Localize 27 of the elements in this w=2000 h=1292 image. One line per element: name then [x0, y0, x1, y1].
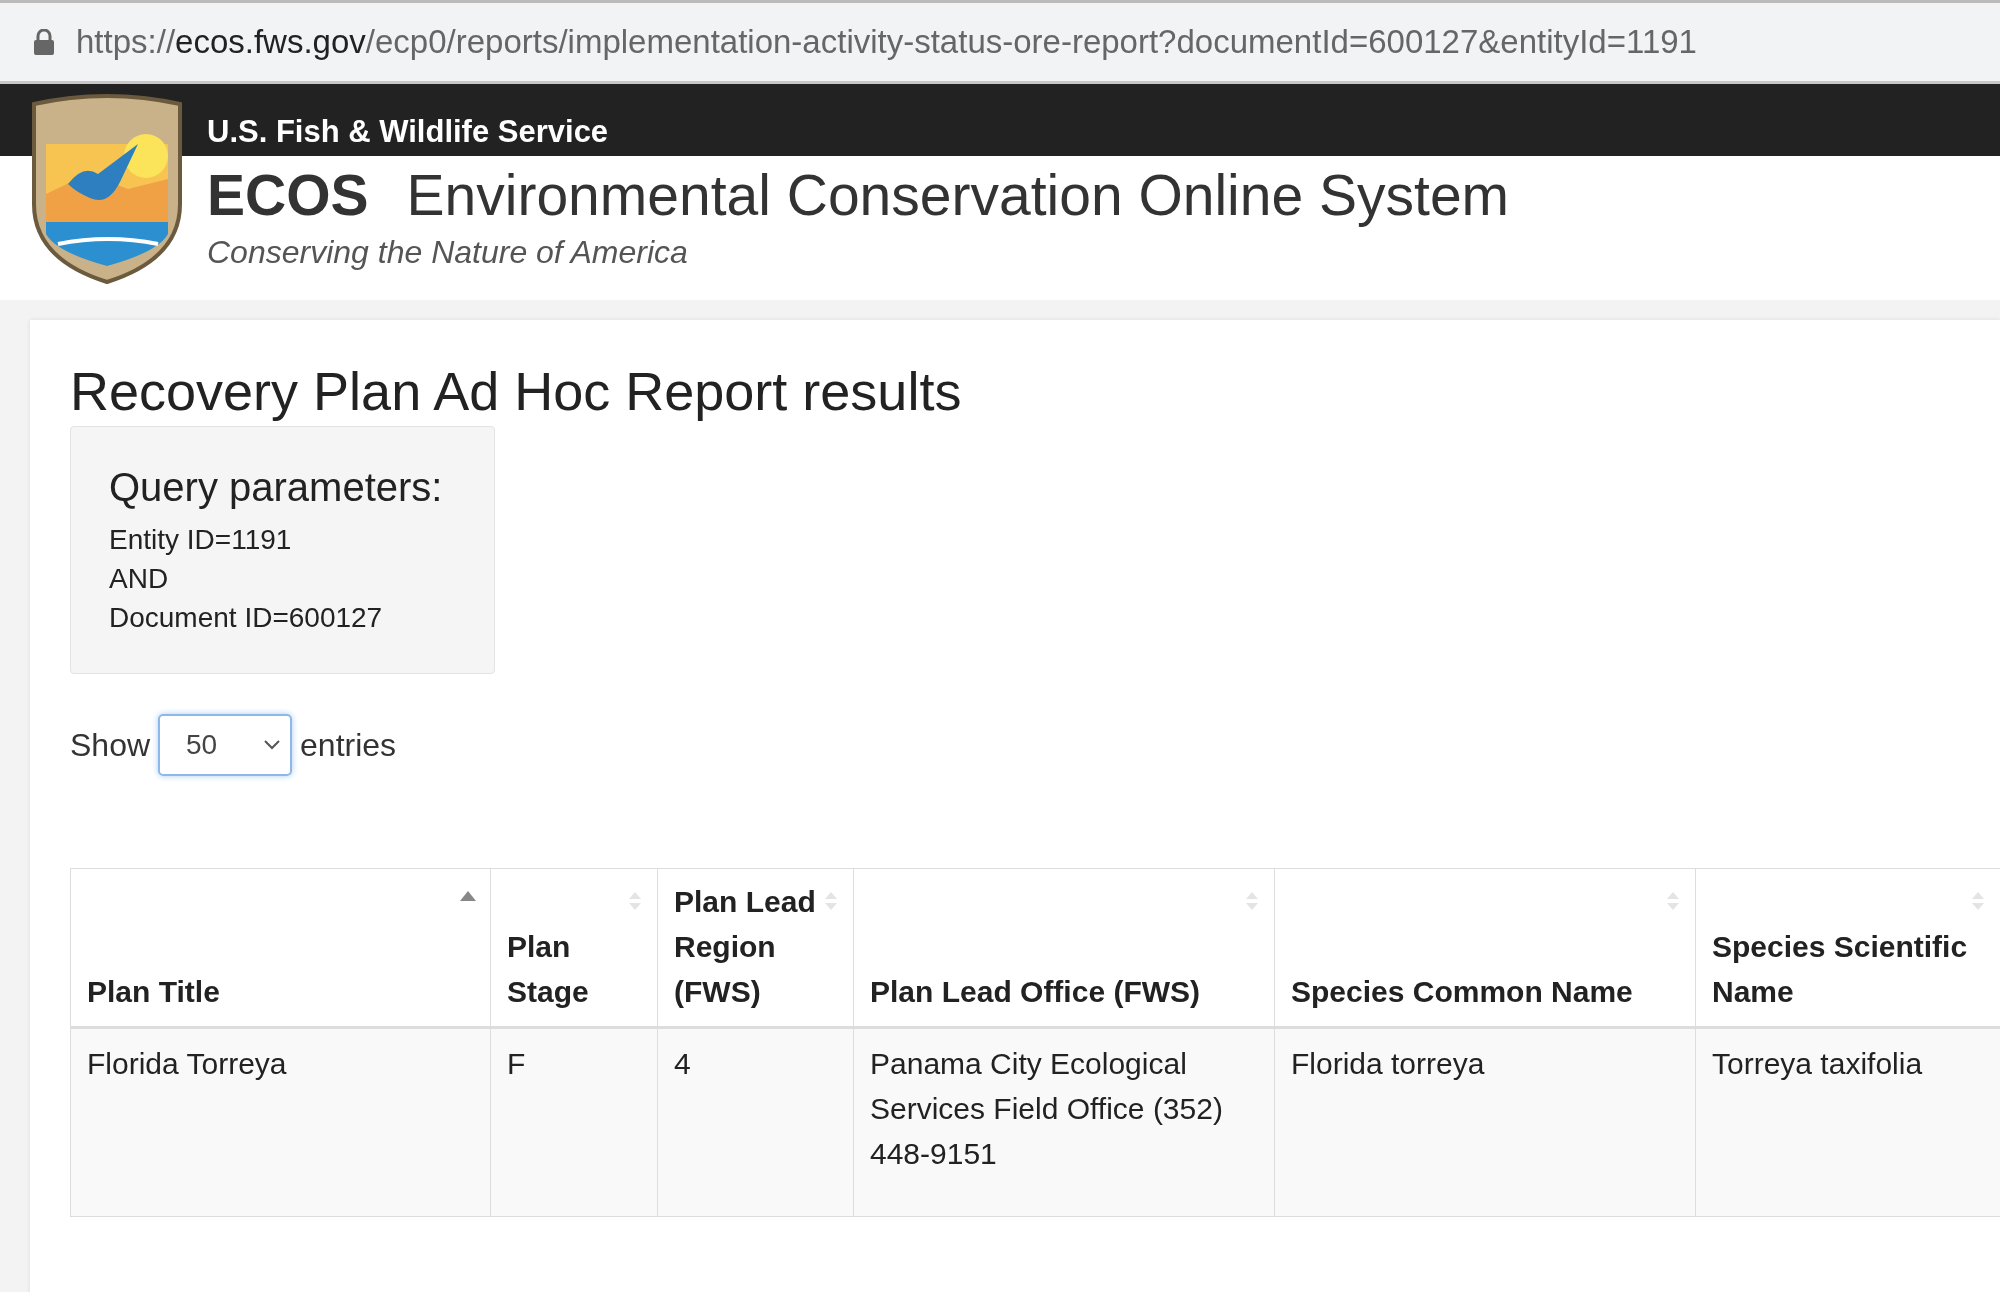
query-line: Document ID=600127: [109, 601, 384, 635]
table-cell: Torreya taxifolia: [1695, 1027, 2000, 1217]
table-cell: 4: [657, 1027, 854, 1217]
site-title: Environmental Conservation Online System: [406, 162, 1510, 228]
sort-icon: [823, 891, 839, 911]
site-tagline: Conserving the Nature of America: [207, 234, 689, 271]
entries-label: entries: [300, 726, 397, 764]
table-cell: Florida Torreya: [70, 1027, 491, 1217]
sort-icon: [1665, 891, 1681, 911]
entries-select[interactable]: 50: [158, 714, 293, 776]
sort-icon: [1970, 891, 1986, 911]
chevron-icon: [264, 740, 281, 750]
table-cell: Florida torreya: [1274, 1027, 1696, 1217]
lock-icon: [34, 29, 54, 55]
table-cell: Panama City Ecological Services Field Office (352) 448-9151: [853, 1027, 1275, 1217]
query-line: AND: [109, 562, 170, 596]
query-line: Entity ID=1191: [109, 523, 293, 557]
query-heading: Query parameters:: [109, 465, 444, 510]
page-title: Recovery Plan Ad Hoc Report results: [70, 360, 963, 422]
site-acronym[interactable]: ECOS: [207, 162, 369, 228]
address-field[interactable]: https://ecos.fws.gov/ecp0/reports/implementation-activity-status-ore-report?documentId=600127&entityId=1191: [76, 23, 1697, 61]
sort-icon: [460, 891, 476, 901]
agency-name: U.S. Fish & Wildlife Service: [207, 114, 609, 151]
sort-icon: [1244, 891, 1260, 911]
table-cell: F: [490, 1027, 658, 1217]
show-label: Show: [70, 726, 151, 764]
sort-icon: [627, 891, 643, 911]
